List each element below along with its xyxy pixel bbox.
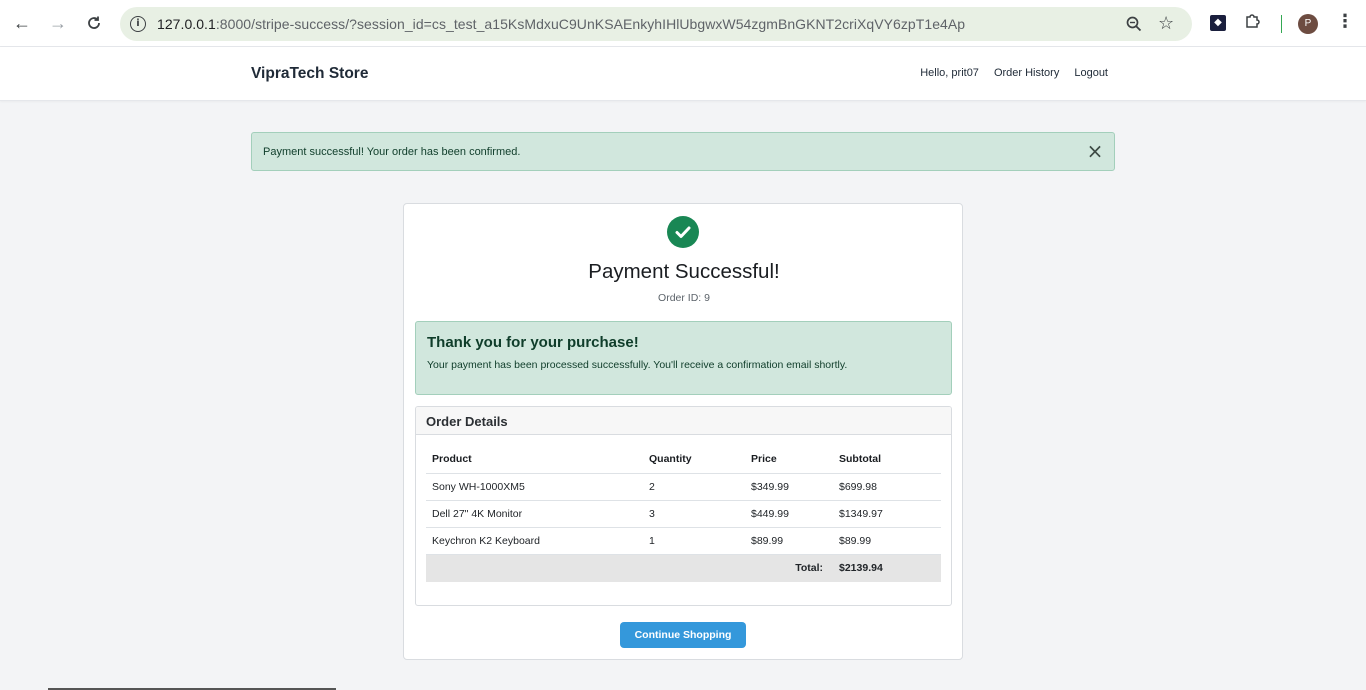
header-subtotal: Subtotal bbox=[833, 445, 941, 474]
order-id: Order ID: 9 bbox=[658, 292, 710, 304]
reload-icon[interactable] bbox=[83, 12, 105, 34]
product-name: Keychron K2 Keyboard bbox=[426, 527, 643, 555]
order-details-heading: Order Details bbox=[416, 407, 951, 435]
check-circle-icon bbox=[667, 216, 699, 248]
product-quantity: 1 bbox=[643, 527, 745, 555]
table-row: Keychron K2 Keyboard 1 $89.99 $89.99 bbox=[426, 527, 941, 555]
bookmark-star-icon[interactable]: ☆ bbox=[1158, 13, 1174, 34]
logout-link[interactable]: Logout bbox=[1074, 67, 1108, 79]
user-greeting[interactable]: Hello, prit07 bbox=[920, 67, 979, 79]
order-history-link[interactable]: Order History bbox=[994, 67, 1059, 79]
continue-shopping-button[interactable]: Continue Shopping bbox=[620, 622, 746, 648]
url-text[interactable]: 127.0.0.1:8000/stripe-success/?session_i… bbox=[157, 16, 965, 32]
address-bar[interactable]: i 127.0.0.1:8000/stripe-success/?session… bbox=[120, 7, 1192, 41]
kebab-menu-icon[interactable]: ⋮ bbox=[1336, 11, 1354, 32]
success-alert: Payment successful! Your order has been … bbox=[251, 132, 1115, 171]
extensions-puzzle-icon[interactable] bbox=[1244, 12, 1262, 35]
header-product: Product bbox=[426, 445, 643, 474]
payment-success-card: Payment Successful! Order ID: 9 Thank yo… bbox=[403, 203, 963, 660]
back-arrow-icon[interactable]: ← bbox=[11, 12, 33, 34]
zoom-icon[interactable] bbox=[1125, 15, 1143, 38]
table-row: Dell 27" 4K Monitor 3 $449.99 $1349.97 bbox=[426, 500, 941, 528]
profile-avatar[interactable]: P bbox=[1298, 14, 1318, 34]
product-subtotal: $1349.97 bbox=[833, 500, 941, 528]
order-table: Product Quantity Price Subtotal Sony WH-… bbox=[426, 445, 941, 582]
alert-message: Payment successful! Your order has been … bbox=[263, 146, 521, 158]
forward-arrow-icon[interactable]: → bbox=[47, 12, 69, 34]
total-value: $2139.94 bbox=[833, 554, 941, 582]
site-navbar: VipraTech Store Hello, prit07 Order Hist… bbox=[0, 47, 1366, 101]
extension-icon[interactable]: ◆ bbox=[1210, 15, 1226, 31]
site-info-icon[interactable]: i bbox=[130, 16, 146, 32]
product-name: Sony WH-1000XM5 bbox=[426, 473, 643, 501]
product-subtotal: $699.98 bbox=[833, 473, 941, 501]
total-label: Total: bbox=[426, 554, 833, 582]
product-price: $349.99 bbox=[745, 473, 833, 501]
browser-toolbar: ← → i 127.0.0.1:8000/stripe-success/?ses… bbox=[0, 0, 1366, 47]
table-header-row: Product Quantity Price Subtotal bbox=[426, 445, 941, 474]
product-quantity: 2 bbox=[643, 473, 745, 501]
close-icon[interactable]: × bbox=[1085, 141, 1105, 161]
header-quantity: Quantity bbox=[643, 445, 745, 474]
product-quantity: 3 bbox=[643, 500, 745, 528]
total-row: Total: $2139.94 bbox=[426, 554, 941, 582]
page-title: Payment Successful! bbox=[588, 260, 780, 283]
nav-links: Hello, prit07 Order History Logout bbox=[920, 67, 1108, 79]
toolbar-separator bbox=[1281, 15, 1282, 33]
thank-you-heading: Thank you for your purchase! bbox=[427, 334, 639, 351]
product-price: $89.99 bbox=[745, 527, 833, 555]
order-details-panel: Order Details Product Quantity Price Sub… bbox=[415, 406, 952, 606]
product-subtotal: $89.99 bbox=[833, 527, 941, 555]
product-name: Dell 27" 4K Monitor bbox=[426, 500, 643, 528]
table-row: Sony WH-1000XM5 2 $349.99 $699.98 bbox=[426, 473, 941, 501]
thank-you-text: Your payment has been processed successf… bbox=[427, 359, 848, 371]
thank-you-box: Thank you for your purchase! Your paymen… bbox=[415, 321, 952, 395]
header-price: Price bbox=[745, 445, 833, 474]
brand-logo[interactable]: VipraTech Store bbox=[251, 65, 368, 83]
product-price: $449.99 bbox=[745, 500, 833, 528]
